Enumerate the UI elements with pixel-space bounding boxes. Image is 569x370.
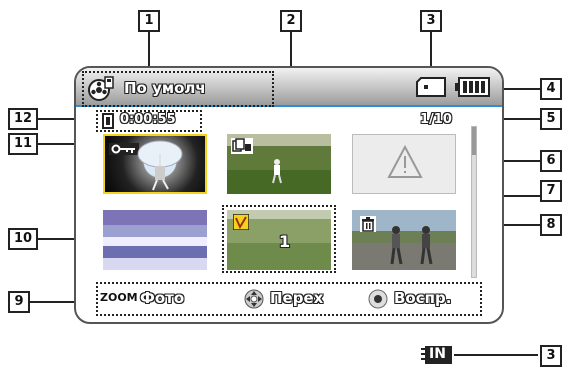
callout-4: 4: [540, 78, 562, 100]
callout-1: 1: [138, 10, 160, 32]
photo-person-umbrella: [137, 140, 183, 191]
film-reel-icon: [88, 76, 114, 102]
footer-bar: ZOOM Фото Перех Воспр.: [96, 282, 482, 316]
play-label[interactable]: Воспр.: [394, 289, 451, 307]
callout-8: 8: [540, 214, 562, 236]
thumbnail-multi-selected[interactable]: 1: [227, 210, 331, 270]
clip-icon: [102, 113, 114, 129]
header-bar: По умолч: [76, 68, 502, 107]
callout-9: 9: [8, 291, 30, 313]
warning-icon: [387, 144, 423, 179]
memory-card-icon: [416, 77, 446, 97]
move-label[interactable]: Перех: [270, 289, 323, 307]
mode-selector[interactable]: По умолч: [82, 71, 274, 107]
callout-10: 10: [8, 228, 38, 250]
total-time: 0:00:55: [120, 112, 176, 127]
internal-memory-badge: IN: [429, 346, 446, 362]
callout-6: 6: [540, 150, 562, 172]
trash-icon: [360, 216, 376, 232]
thumbnail-damaged[interactable]: [352, 134, 456, 194]
callout-5: 5: [540, 108, 562, 130]
total-time-box: 0:00:55: [96, 110, 202, 132]
zoom-badge: ZOOM: [100, 291, 138, 304]
check-v-icon: [232, 213, 250, 231]
selection-count: 1: [279, 232, 291, 251]
callout-1-line: [148, 32, 150, 68]
thumbnail-delete-marked[interactable]: [352, 210, 456, 270]
mode-label: По умолч: [124, 79, 206, 97]
scrollbar-thumb[interactable]: [472, 127, 476, 155]
dpof-icon: [231, 138, 253, 154]
thumbnail-print-marked[interactable]: [227, 134, 331, 194]
zoom-photo-label[interactable]: Фото: [140, 289, 184, 307]
callout-12: 12: [8, 108, 38, 130]
photo-golfer: [272, 159, 282, 184]
lcd-screen: По умолч 0:00:55 1/10 1 ZOOM Фото Перех …: [74, 66, 504, 324]
callout-3b: 3: [540, 345, 562, 367]
dpad-icon: [244, 289, 264, 309]
callout-11: 11: [8, 133, 38, 155]
thumbnail-landscape[interactable]: [103, 210, 207, 270]
photo-skaters: [390, 226, 433, 265]
ok-button-icon: [368, 289, 388, 309]
callout-7: 7: [540, 180, 562, 202]
callout-3: 3: [420, 10, 442, 32]
battery-full-icon: [454, 77, 490, 97]
callout-3b-line: [454, 354, 538, 356]
page-counter: 1/10: [420, 112, 452, 127]
callout-2: 2: [280, 10, 302, 32]
scrollbar[interactable]: [471, 126, 477, 278]
thumbnail-protected[interactable]: [103, 134, 207, 194]
